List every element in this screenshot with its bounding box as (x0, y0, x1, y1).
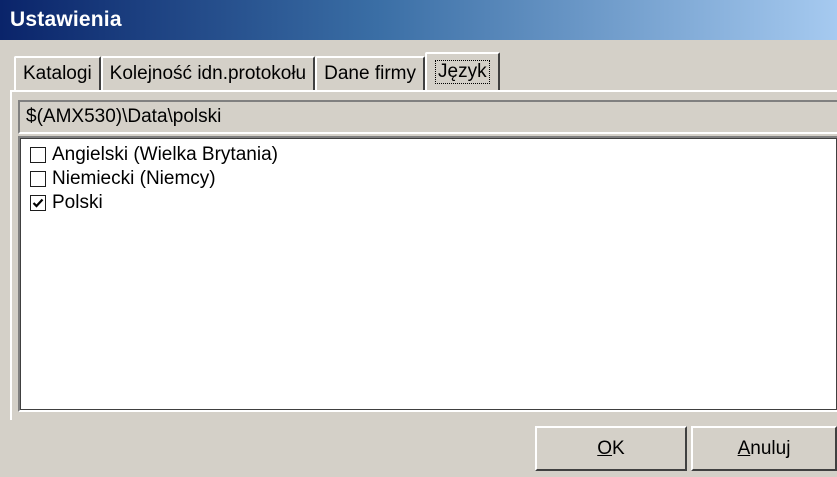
cancel-button[interactable]: Anuluj (691, 426, 837, 471)
checkbox-polski[interactable] (30, 195, 46, 211)
ok-mnemonic: O (597, 437, 613, 459)
language-tab-panel: $(AMX530)\Data\polski Angielski (Wielka … (10, 90, 837, 420)
language-path-text: $(AMX530)\Data\polski (26, 106, 222, 127)
tab-jezyk[interactable]: Język (425, 52, 500, 90)
ok-button[interactable]: OK (535, 426, 687, 471)
language-item-polski[interactable]: Polski (30, 192, 103, 214)
language-list[interactable]: Angielski (Wielka Brytania) Niemiecki (N… (18, 136, 837, 412)
tab-dane-firmy-label: Dane firmy (324, 63, 416, 84)
tab-jezyk-label: Język (435, 60, 490, 84)
language-label-polski: Polski (52, 192, 103, 213)
tab-katalogi[interactable]: Katalogi (14, 56, 101, 90)
tab-strip: Katalogi Kolejność idn.protokołu Dane fi… (14, 52, 500, 90)
title-bar[interactable]: Ustawienia (0, 0, 837, 40)
language-label-niemiecki: Niemiecki (Niemcy) (52, 168, 216, 189)
settings-dialog: Ustawienia Katalogi Kolejność idn.protok… (0, 0, 837, 477)
window-title: Ustawienia (10, 8, 122, 31)
tab-dane-firmy[interactable]: Dane firmy (315, 56, 425, 90)
checkbox-niemiecki[interactable] (30, 171, 46, 187)
tab-kolejnosc[interactable]: Kolejność idn.protokołu (100, 56, 316, 90)
dialog-button-bar: OK Anuluj (0, 420, 837, 477)
checkbox-angielski[interactable] (30, 147, 46, 163)
checkmark-icon (32, 198, 44, 208)
ok-label-rest: K (612, 437, 625, 459)
tab-katalogi-label: Katalogi (23, 63, 92, 84)
cancel-mnemonic: A (737, 437, 751, 459)
language-item-angielski[interactable]: Angielski (Wielka Brytania) (30, 144, 278, 166)
language-path-field: $(AMX530)\Data\polski (18, 100, 837, 134)
language-label-angielski: Angielski (Wielka Brytania) (52, 144, 278, 165)
tab-kolejnosc-label: Kolejność idn.protokołu (109, 63, 307, 84)
language-item-niemiecki[interactable]: Niemiecki (Niemcy) (30, 168, 216, 190)
cancel-label-rest: nuluj (750, 437, 791, 459)
